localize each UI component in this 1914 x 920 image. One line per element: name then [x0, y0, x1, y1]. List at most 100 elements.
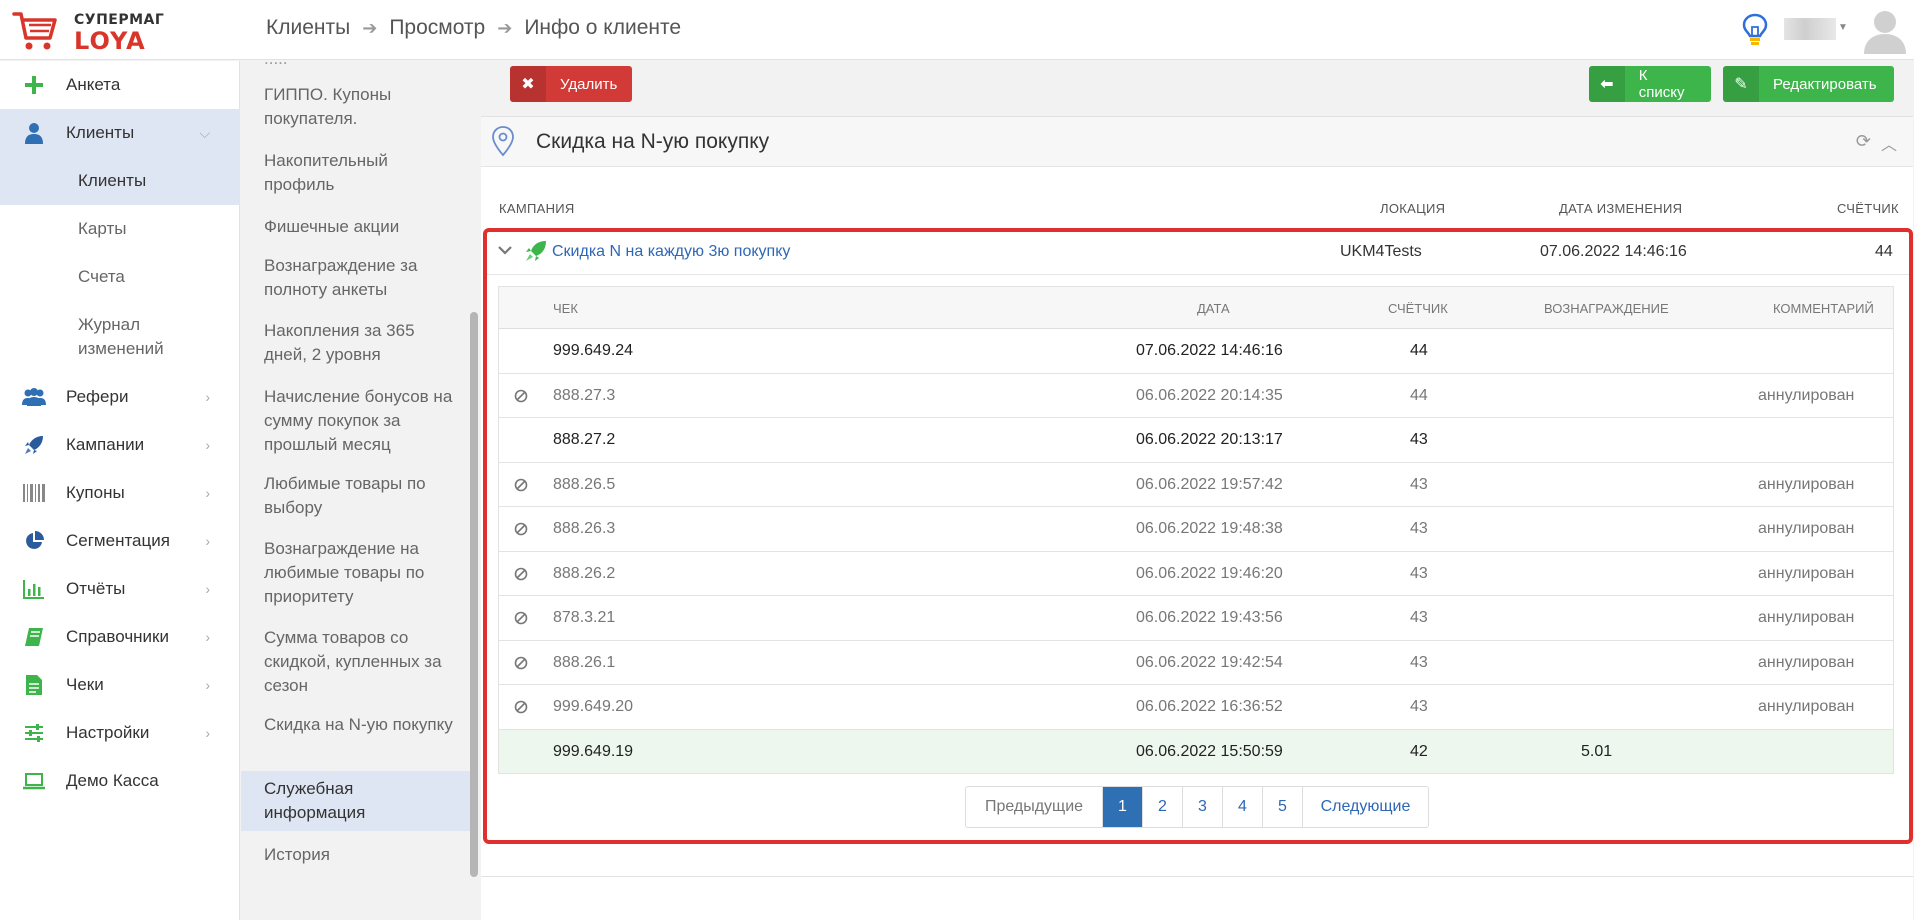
- cell-date: 06.06.2022 20:14:35: [1136, 386, 1283, 404]
- back-to-list-label: К списку: [1638, 67, 1685, 101]
- table-row[interactable]: 888.26.5 06.06.2022 19:57:42 43 аннулирован: [499, 463, 1893, 507]
- cell-counter: 44: [1410, 386, 1428, 404]
- table-row[interactable]: 888.27.3 06.06.2022 20:14:35 44 аннулирован: [499, 374, 1893, 418]
- sidebar-subitem-accounts[interactable]: Счета: [0, 253, 240, 301]
- section-menu-item-active[interactable]: Служебная информация: [241, 771, 471, 831]
- chevron-up-icon[interactable]: ︿: [1881, 131, 1897, 155]
- sidebar-item-campaigns[interactable]: Кампании ›: [0, 421, 240, 469]
- sidebar-subitem-changelog[interactable]: Журнал изменений: [0, 301, 240, 373]
- cell-check: 888.27.2: [553, 431, 616, 448]
- sidebar-item-checks[interactable]: Чеки ›: [0, 661, 240, 709]
- chevron-right-icon: ›: [205, 677, 210, 693]
- pie-chart-icon: [22, 529, 46, 553]
- pagination-page-3[interactable]: 3: [1182, 787, 1222, 827]
- pagination-page-5[interactable]: 5: [1262, 787, 1302, 827]
- section-menu-scrollbar[interactable]: [470, 312, 478, 877]
- sidebar-item-demo-pos[interactable]: Демо Касса: [0, 757, 240, 805]
- pagination-page-4[interactable]: 4: [1222, 787, 1262, 827]
- cell-date: 06.06.2022 20:13:17: [1136, 431, 1283, 448]
- cell-check: 888.26.3: [553, 520, 616, 537]
- table-row[interactable]: 888.26.1 06.06.2022 19:42:54 43 аннулирован: [499, 641, 1893, 685]
- edit-button[interactable]: ✎ Редактировать: [1723, 66, 1894, 102]
- sidebar-item-referees[interactable]: Рефери ›: [0, 373, 240, 421]
- user-name-blurred[interactable]: [1784, 18, 1836, 40]
- section-menu-item-cut[interactable]: .....: [241, 61, 471, 67]
- caret-down-icon[interactable]: ▼: [1838, 22, 1848, 33]
- column-reward: Вознаграждение: [1544, 301, 1669, 316]
- table-row[interactable]: 888.26.3 06.06.2022 19:48:38 43 аннулирован: [499, 507, 1893, 552]
- section-menu-item[interactable]: ГИППО. Купоны покупателя.: [241, 83, 471, 131]
- sidebar-item-label: Отчёты: [66, 579, 126, 598]
- campaign-row[interactable]: Скидка N на каждую 3ю покупку UKM4Tests …: [485, 232, 1910, 275]
- pagination-next[interactable]: Следующие: [1302, 787, 1428, 827]
- table-row[interactable]: 999.649.24 07.06.2022 14:46:16 44: [499, 329, 1893, 374]
- section-menu-item[interactable]: Скидка на N-ую покупку: [241, 713, 471, 737]
- sidebar-item-anketa[interactable]: Анкета: [0, 61, 240, 109]
- table-row[interactable]: 888.27.2 06.06.2022 20:13:17 43: [499, 418, 1893, 463]
- sidebar-subitem-cards[interactable]: Карты: [0, 205, 240, 253]
- section-menu-item[interactable]: Фишечные акции: [241, 215, 471, 239]
- sidebar-item-reports[interactable]: Отчёты ›: [0, 565, 240, 613]
- breadcrumb-item-clients[interactable]: Клиенты: [266, 16, 350, 40]
- back-to-list-button[interactable]: ⬅ К списку: [1589, 66, 1711, 102]
- refresh-icon[interactable]: ⟳: [1856, 131, 1871, 152]
- close-icon: ✖: [510, 66, 546, 102]
- pagination-prev[interactable]: Предыдущие: [966, 787, 1102, 827]
- lightbulb-icon[interactable]: [1740, 12, 1770, 48]
- section-menu-item[interactable]: Накопительный профиль: [241, 149, 471, 197]
- sidebar-subitem-clients[interactable]: Клиенты: [0, 157, 240, 205]
- chevron-down-icon[interactable]: [497, 242, 513, 263]
- sidebar-item-segmentation[interactable]: Сегментация ›: [0, 517, 240, 565]
- top-header: СУПЕРМАГ LOYA Клиенты ➔ Просмотр ➔ Инфо …: [0, 0, 1914, 60]
- section-menu-item[interactable]: История: [241, 843, 471, 867]
- breadcrumb-item-view[interactable]: Просмотр: [389, 16, 485, 40]
- section-menu-item[interactable]: Вознаграждение на любимые товары по прио…: [241, 537, 471, 609]
- app-logo[interactable]: СУПЕРМАГ LOYA: [12, 8, 232, 55]
- campaign-name-link[interactable]: Скидка N на каждую 3ю покупку: [552, 243, 790, 261]
- cell-counter: 44: [1410, 342, 1428, 359]
- user-avatar-icon[interactable]: [1862, 6, 1908, 54]
- pagination-page-2[interactable]: 2: [1142, 787, 1182, 827]
- arrow-left-icon: ⬅: [1589, 66, 1625, 102]
- user-icon: [22, 121, 46, 145]
- pagination-page-1[interactable]: 1: [1102, 787, 1142, 827]
- receipt-icon: [22, 673, 46, 697]
- delete-button[interactable]: ✖ Удалить: [510, 66, 632, 102]
- sidebar-item-label: Рефери: [66, 387, 129, 406]
- cell-counter: 43: [1410, 564, 1428, 582]
- campaign-location: UKM4Tests: [1340, 243, 1422, 260]
- sidebar-subitem-label: Журнал изменений: [78, 315, 164, 358]
- section-menu-item[interactable]: Накопления за 365 дней, 2 уровня: [241, 319, 471, 367]
- chevron-right-icon: ›: [205, 725, 210, 741]
- section-menu-item[interactable]: Начисление бонусов на сумму покупок за п…: [241, 385, 471, 457]
- sidebar-item-clients[interactable]: Клиенты ⌵: [0, 109, 240, 157]
- panel-title: Скидка на N-ую покупку: [536, 130, 770, 153]
- sidebar-item-label: Чеки: [66, 675, 104, 694]
- sidebar-subitem-label: Клиенты: [78, 171, 147, 190]
- cell-date: 06.06.2022 16:36:52: [1136, 698, 1283, 715]
- sidebar-item-label: Справочники: [66, 627, 169, 646]
- book-icon: [22, 625, 46, 649]
- table-row[interactable]: 878.3.21 06.06.2022 19:43:56 43 аннулирован: [499, 596, 1893, 641]
- table-row[interactable]: 888.26.2 06.06.2022 19:46:20 43 аннулирован: [499, 552, 1893, 596]
- table-row[interactable]: 999.649.19 06.06.2022 15:50:59 42 5.01: [499, 729, 1893, 774]
- sidebar-item-settings[interactable]: Настройки ›: [0, 709, 240, 757]
- section-menu-item[interactable]: Сумма товаров со скидкой, купленных за с…: [241, 626, 471, 698]
- section-menu-item[interactable]: Любимые товары по выбору: [241, 472, 471, 520]
- sidebar-item-references[interactable]: Справочники ›: [0, 613, 240, 661]
- breadcrumb-item-info: Инфо о клиенте: [524, 16, 682, 39]
- arrow-right-icon: ➔: [362, 17, 378, 38]
- checks-table: Чек Дата Счётчик Вознаграждение Коммента…: [498, 286, 1894, 774]
- sidebar: Анкета Клиенты ⌵ Клиенты Карты Счета Жур…: [0, 61, 240, 920]
- chevron-right-icon: ›: [205, 389, 210, 405]
- sidebar-item-label: Клиенты: [66, 123, 135, 142]
- cell-check: 999.649.20: [553, 698, 634, 715]
- table-row[interactable]: 999.649.20 06.06.2022 16:36:52 43 аннулиров…: [499, 685, 1893, 730]
- checks-table-header: Чек Дата Счётчик Вознаграждение Коммента…: [499, 287, 1893, 329]
- column-campaign: Кампания: [499, 201, 575, 216]
- brand-name-top: СУПЕРМАГ: [74, 12, 165, 28]
- section-menu-item[interactable]: Вознаграждение за полноту анкеты: [241, 254, 471, 302]
- cell-comment: аннулирован: [1758, 520, 1855, 537]
- cell-counter: 43: [1410, 475, 1428, 493]
- sidebar-item-coupons[interactable]: Купоны ›: [0, 469, 240, 517]
